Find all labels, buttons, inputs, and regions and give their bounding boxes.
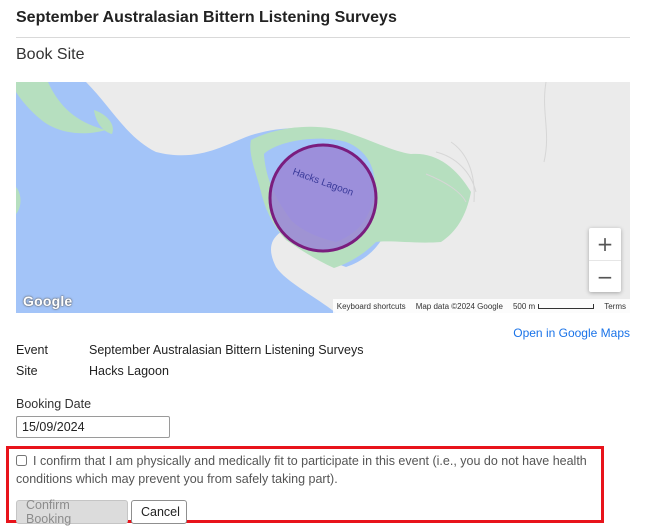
fitness-confirm-text[interactable]: I confirm that I am physically and medic…	[16, 454, 587, 486]
site-area-circle[interactable]	[268, 143, 378, 253]
terms-link[interactable]: Terms	[604, 302, 626, 311]
map-scale-label: 500 m	[512, 301, 536, 311]
event-row: Event September Australasian Bittern List…	[16, 343, 363, 357]
map-scale-bar	[538, 303, 595, 309]
map-data-text: Map data ©2024 Google	[415, 301, 503, 311]
booking-date-input[interactable]	[16, 416, 170, 438]
google-logo[interactable]: Google	[23, 293, 72, 309]
zoom-in-button[interactable]: +	[589, 228, 621, 260]
zoom-control: + −	[589, 228, 621, 292]
site-value: Hacks Lagoon	[89, 364, 169, 378]
map-attribution: Keyboard shortcuts Map data ©2024 Google…	[332, 299, 630, 313]
confirm-booking-button[interactable]: Confirm Booking	[16, 498, 128, 526]
fitness-confirm-checkbox[interactable]	[16, 455, 27, 466]
event-value: September Australasian Bittern Listening…	[89, 343, 364, 357]
booking-date-label: Booking Date	[16, 397, 92, 411]
site-row: Site Hacks Lagoon	[16, 364, 169, 378]
title-divider	[16, 37, 630, 38]
open-in-google-maps-link[interactable]: Open in Google Maps	[513, 326, 630, 340]
site-map[interactable]: Hacks Lagoon + − Google Keyboard shortcu…	[16, 82, 630, 313]
page-title: September Australasian Bittern Listening…	[16, 9, 397, 26]
event-label: Event	[16, 343, 48, 357]
cancel-button[interactable]: Cancel	[131, 500, 187, 524]
book-site-page: September Australasian Bittern Listening…	[0, 0, 657, 527]
site-label: Site	[16, 364, 38, 378]
page-subtitle: Book Site	[16, 46, 85, 63]
zoom-out-button[interactable]: −	[589, 260, 621, 292]
keyboard-shortcuts-link[interactable]: Keyboard shortcuts	[337, 302, 406, 311]
map-scale[interactable]: 500 m	[512, 301, 595, 311]
fitness-confirmation: I confirm that I am physically and medic…	[16, 452, 596, 488]
map-canvas[interactable]: Hacks Lagoon	[16, 82, 630, 313]
